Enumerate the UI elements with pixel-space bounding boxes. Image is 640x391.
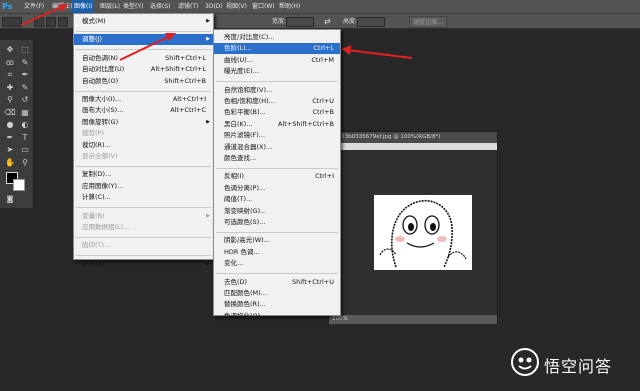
arrow-to-adjust <box>119 35 171 61</box>
wukong-logo-icon <box>511 348 539 376</box>
annotation-arrows <box>20 4 413 61</box>
watermark: 悟空问答 <box>508 345 638 379</box>
arrow-to-levels <box>346 49 413 59</box>
arrow-to-image-menu <box>20 5 65 26</box>
arrow-head-levels <box>342 45 351 55</box>
watermark-text: 悟空问答 <box>544 357 613 376</box>
